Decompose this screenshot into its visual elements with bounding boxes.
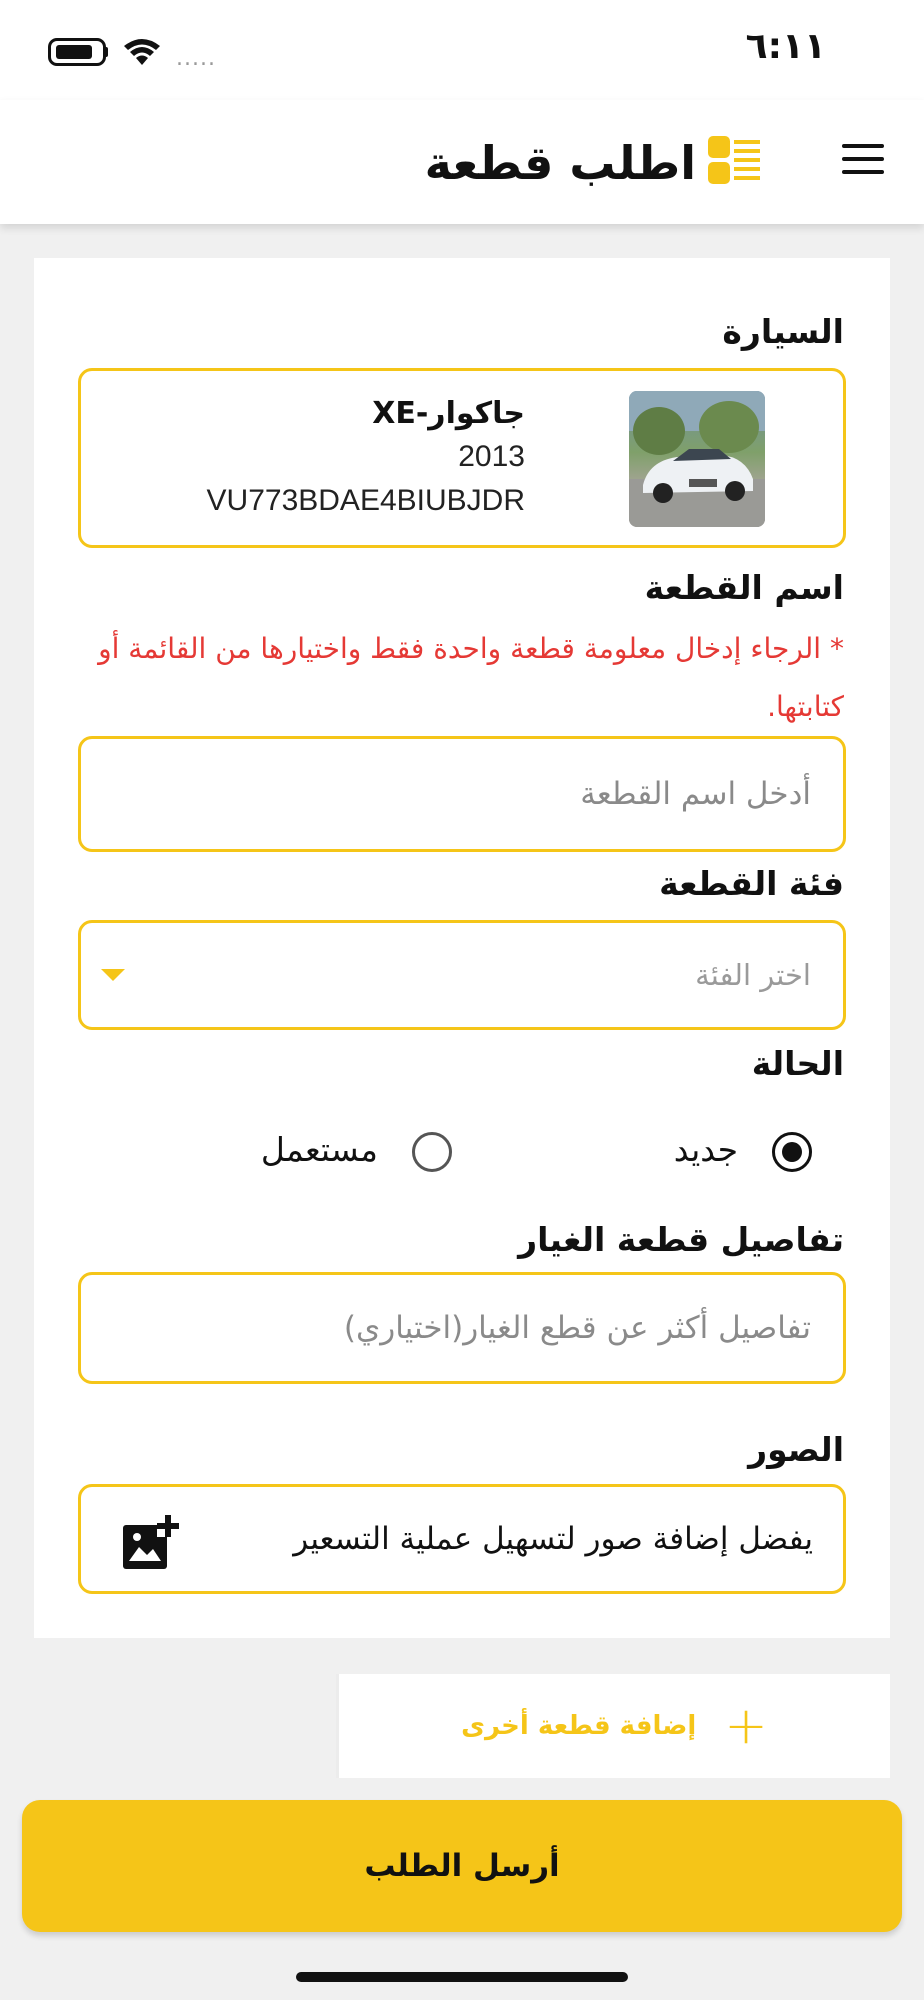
car-vin: VU773BDAE4BIUBJDR (206, 484, 525, 517)
parts-list-icon (708, 136, 760, 184)
plus-icon: + (724, 1696, 768, 1756)
condition-radio-group: جديد مستعمل (0, 1128, 924, 1188)
part-name-placeholder: أدخل اسم القطعة (580, 776, 811, 812)
status-icons: ..... (48, 34, 216, 70)
hamburger-menu-icon[interactable] (842, 144, 884, 176)
part-name-error: * الرجاء إدخال معلومة قطعة واحدة فقط واخ… (98, 632, 844, 723)
category-placeholder: اختر الفئة (695, 958, 811, 992)
app-header: اطلب قطعة (0, 100, 924, 224)
car-photo (629, 391, 765, 527)
add-photo-icon[interactable] (121, 1513, 179, 1571)
dropdown-arrow-icon (101, 969, 125, 981)
status-time: ٦:١١ (745, 26, 826, 67)
part-name-label: اسم القطعة (644, 568, 844, 607)
category-dropdown[interactable]: اختر الفئة (78, 920, 846, 1030)
signal-dots: ..... (176, 46, 216, 71)
category-label: فئة القطعة (659, 864, 844, 903)
status-bar: ..... ٦:١١ (0, 0, 924, 100)
car-year: 2013 (458, 440, 525, 473)
home-indicator (296, 1972, 628, 1982)
wifi-icon (124, 39, 160, 65)
car-name: جاكوار-XE (372, 396, 525, 431)
radio-new-label[interactable]: جديد (674, 1130, 738, 1169)
selected-car-card[interactable]: جاكوار-XE 2013 VU773BDAE4BIUBJDR (78, 368, 846, 548)
radio-used[interactable] (412, 1132, 452, 1172)
details-label: تفاصيل قطعة الغيار (518, 1220, 844, 1259)
part-name-input[interactable]: أدخل اسم القطعة (78, 736, 846, 852)
photos-hint: يفضل إضافة صور لتسهيل عملية التسعير (293, 1521, 813, 1557)
submit-label: أرسل الطلب (364, 1848, 560, 1884)
car-info: جاكوار-XE 2013 VU773BDAE4BIUBJDR (207, 393, 525, 523)
radio-new[interactable] (772, 1132, 812, 1172)
add-another-part-button[interactable]: إضافة قطعة أخرى + (336, 1674, 890, 1778)
add-photos-box[interactable]: يفضل إضافة صور لتسهيل عملية التسعير (78, 1484, 846, 1594)
details-placeholder: تفاصيل أكثر عن قطع الغيار(اختياري) (343, 1310, 811, 1346)
car-section-label: السيارة (722, 312, 844, 351)
radio-used-label[interactable]: مستعمل (261, 1130, 378, 1169)
page-title: اطلب قطعة (424, 136, 696, 190)
submit-request-button[interactable]: أرسل الطلب (22, 1800, 902, 1932)
photos-label: الصور (748, 1430, 844, 1469)
condition-label: الحالة (751, 1044, 844, 1083)
battery-icon (48, 38, 106, 66)
details-input[interactable]: تفاصيل أكثر عن قطع الغيار(اختياري) (78, 1272, 846, 1384)
add-part-label: إضافة قطعة أخرى (461, 1711, 697, 1741)
